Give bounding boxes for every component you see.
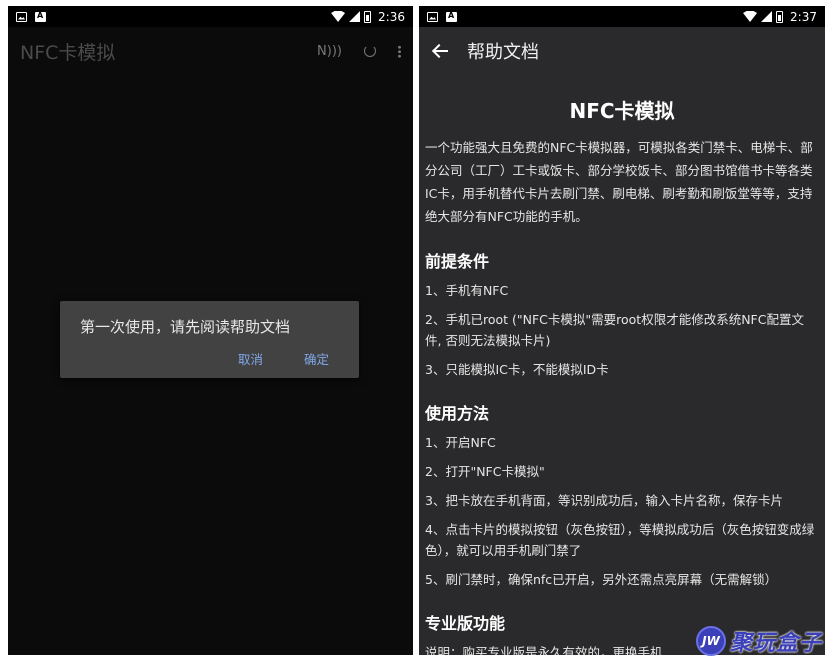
watermark-logo: JW — [695, 626, 726, 656]
back-arrow-icon[interactable] — [431, 40, 453, 62]
signal-icon — [349, 11, 361, 22]
app-bar: NFC卡模拟 N))) — [8, 27, 413, 75]
app-title: NFC卡模拟 — [20, 41, 116, 64]
ok-button[interactable]: 确定 — [304, 349, 329, 368]
signal-icon — [761, 11, 773, 22]
help-app-bar: 帮助文档 — [419, 27, 825, 75]
watermark-text: 聚玩盒子 — [729, 631, 822, 656]
image-notification-icon — [427, 11, 438, 22]
list-item: 3、只能模拟IC卡，不能模拟ID卡 — [425, 362, 609, 377]
section-heading: 前提条件 — [425, 252, 490, 271]
intro-paragraph: 一个功能强大且免费的NFC卡模拟器，可模拟各类门禁卡、电梯卡、部分公司（工厂）工… — [425, 140, 813, 224]
doc-title: NFC卡模拟 — [569, 99, 675, 123]
list-item: 1、开启NFC — [425, 435, 496, 450]
status-bar: 2:36 — [8, 6, 413, 27]
status-time: 2:37 — [790, 9, 817, 24]
more-options-icon[interactable] — [398, 44, 401, 58]
image-notification-icon — [16, 11, 27, 22]
list-item: 4、点击卡片的模拟按钮（灰色按钮），等模拟成功后（灰色按钮变成绿色），就可以用手… — [425, 522, 815, 558]
dialog-message: 第一次使用，请先阅读帮助文档 — [80, 318, 291, 336]
cancel-button[interactable]: 取消 — [238, 349, 263, 368]
app-notification-icon — [446, 11, 457, 22]
help-screen: 2:37 帮助文档 NFC卡模拟 一个功能强大且免费的NFC卡模拟器，可模拟各类… — [419, 6, 825, 655]
first-use-dialog: 第一次使用，请先阅读帮助文档 取消 确定 — [60, 301, 359, 378]
list-item: 2、打开"NFC卡模拟" — [425, 464, 545, 479]
status-bar: 2:37 — [419, 6, 825, 27]
list-item: 5、刷门禁时，确保nfc已开启，另外还需点亮屏幕（无需解锁） — [425, 572, 778, 587]
battery-icon — [776, 10, 784, 23]
main-screen: 2:36 NFC卡模拟 N))) 第一次使用，请先阅读帮助文档 取消 确定 — [8, 6, 413, 655]
watermark: JW 聚玩盒子 — [695, 625, 822, 657]
status-time: 2:36 — [378, 9, 405, 24]
section-heading: 使用方法 — [425, 404, 490, 423]
list-item: 1、手机有NFC — [425, 283, 509, 298]
power-icon[interactable] — [364, 45, 376, 57]
help-content[interactable]: NFC卡模拟 一个功能强大且免费的NFC卡模拟器，可模拟各类门禁卡、电梯卡、部分… — [419, 75, 825, 655]
list-item: 2、手机已root ("NFC卡模拟"需要root权限才能修改系统NFC配置文件… — [425, 312, 804, 348]
wifi-icon — [331, 11, 346, 22]
wifi-icon — [743, 11, 758, 22]
list-item: 3、把卡放在手机背面，等识别成功后，输入卡片名称，保存卡片 — [425, 493, 783, 508]
help-page-title: 帮助文档 — [467, 42, 539, 63]
app-notification-icon — [35, 11, 46, 22]
nfc-icon[interactable]: N))) — [317, 44, 342, 59]
battery-icon — [364, 10, 372, 23]
